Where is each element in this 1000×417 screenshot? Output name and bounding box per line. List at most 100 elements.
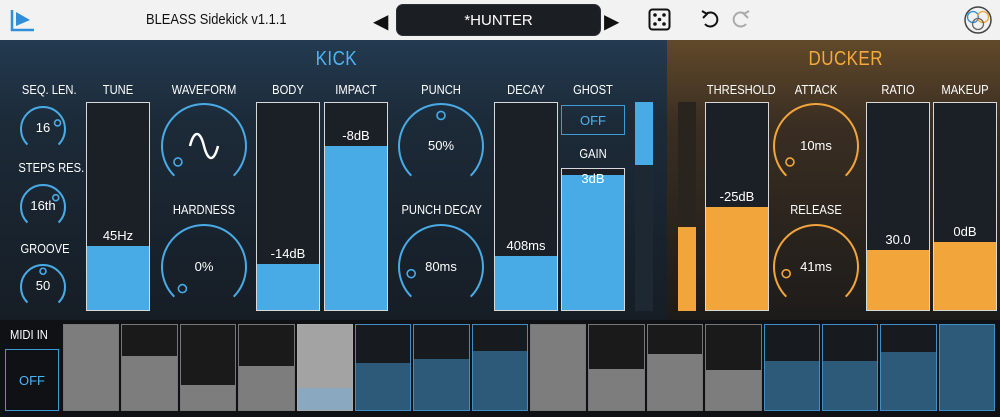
redo-icon[interactable] [731, 8, 751, 30]
ratio-slider-fill [867, 249, 929, 310]
midi-in-toggle-button[interactable]: OFF [5, 349, 59, 411]
sequencer-step-fill [881, 352, 936, 410]
hardness-value: 0% [194, 259, 214, 274]
punch-decay-value: 80ms [425, 259, 457, 274]
release-value: 41ms [800, 259, 832, 274]
hardness-knob[interactable]: 0% [160, 223, 248, 311]
sequencer-step[interactable] [413, 324, 470, 411]
sequencer-step[interactable] [763, 324, 820, 411]
sequencer-step[interactable] [938, 324, 995, 411]
knob-indicator [39, 267, 47, 276]
ratio-slider[interactable]: 30.0 [866, 102, 930, 311]
threshold-slider[interactable]: -25dB [705, 102, 769, 311]
tune-slider[interactable]: 45Hz [86, 102, 150, 311]
makeup-value: 0dB [953, 223, 977, 239]
kick-title: KICK [315, 48, 358, 70]
sequencer-step-fill [355, 363, 411, 410]
ducker-input-meter-fill [678, 227, 696, 311]
sequencer-step[interactable] [646, 324, 704, 411]
sequencer-step[interactable] [471, 324, 528, 411]
decay-label: DECAY [507, 82, 545, 97]
sequencer-step[interactable] [588, 324, 645, 411]
sequencer-step-fill [239, 365, 294, 410]
waveform-knob[interactable] [160, 102, 248, 190]
sequencer-step[interactable] [179, 324, 237, 411]
punch-value: 50% [427, 138, 455, 153]
sine-wave-icon [188, 132, 220, 160]
punch-decay-label: PUNCH DECAY [401, 202, 482, 217]
steps-res-knob[interactable]: 16th [19, 183, 67, 231]
app-title: BLEASS Sidekick v1.1.1 [146, 11, 287, 28]
sequencer-step[interactable] [238, 324, 295, 411]
sequencer-step[interactable] [121, 324, 178, 411]
tune-value: 45Hz [102, 227, 134, 243]
body-label: BODY [272, 82, 304, 97]
decay-slider[interactable]: 408ms [494, 102, 558, 311]
preset-name: *HUNTER [464, 11, 533, 29]
gain-slider[interactable]: 3dB [561, 168, 625, 311]
punch-decay-knob[interactable]: 80ms [397, 223, 485, 311]
tune-slider-fill [87, 245, 149, 310]
impact-slider[interactable]: -8dB [324, 102, 388, 311]
sequencer-step[interactable] [296, 324, 353, 411]
preset-name-field[interactable]: *HUNTER [396, 4, 601, 36]
sequencer-step-fill [647, 353, 703, 410]
sequencer-step[interactable] [530, 324, 587, 411]
steps-res-label: STEPS RES. [18, 160, 85, 175]
gain-slider-fill [562, 174, 624, 310]
impact-slider-fill [325, 146, 387, 310]
impact-value: -8dB [342, 128, 370, 144]
threshold-value: -25dB [719, 188, 755, 204]
attack-label: ATTACK [794, 82, 838, 97]
sequencer-step-fill [122, 356, 177, 410]
punch-label: PUNCH [421, 82, 461, 97]
attack-value: 10ms [800, 138, 832, 153]
sequencer-step-playhead [297, 388, 352, 410]
knob-indicator [785, 157, 795, 167]
preset-prev-button[interactable]: ◀ [373, 9, 388, 34]
sequencer-step-fill [939, 325, 994, 410]
ghost-toggle-button[interactable]: OFF [561, 105, 625, 135]
step-sequencer [63, 324, 997, 411]
ratio-label: RATIO [881, 82, 915, 97]
makeup-label: MAKEUP [941, 82, 989, 97]
ducker-title: DUCKER [808, 48, 883, 70]
sequencer-step[interactable] [880, 324, 937, 411]
preset-next-button[interactable]: ▶ [604, 9, 619, 34]
gain-value: 3dB [581, 171, 605, 186]
groove-knob[interactable]: 50 [19, 263, 67, 311]
body-slider[interactable]: -14dB [256, 102, 320, 311]
sequencer-step-fill [472, 350, 527, 410]
knob-indicator [436, 110, 446, 121]
makeup-slider[interactable]: 0dB [933, 102, 997, 311]
sequencer-step-fill [180, 384, 236, 410]
sequencer-step-fill [64, 325, 119, 410]
threshold-slider-fill [706, 206, 768, 310]
sequencer-step-fill [764, 360, 819, 410]
sequencer-step[interactable] [354, 324, 412, 411]
impact-label: IMPACT [335, 82, 377, 97]
midi-in-label: MIDI IN [10, 327, 48, 342]
groove-value: 50 [35, 278, 51, 293]
tune-label: TUNE [102, 82, 134, 97]
knob-indicator [173, 157, 183, 167]
steps-res-value: 16th [30, 198, 56, 213]
punch-knob[interactable]: 50% [397, 102, 485, 190]
attack-knob[interactable]: 10ms [772, 102, 860, 190]
sequencer-step-fill [414, 359, 469, 410]
top-bar: BLEASS Sidekick v1.1.1 ◀ *HUNTER ▶ [0, 0, 1000, 40]
dice-icon[interactable] [648, 8, 671, 31]
seq-len-knob[interactable]: 16 [19, 105, 67, 153]
kick-output-meter [635, 102, 653, 311]
brand-circle-icon[interactable] [963, 5, 993, 35]
ghost-label: GHOST [573, 82, 613, 97]
sequencer-step[interactable] [63, 324, 120, 411]
sequencer-step[interactable] [705, 324, 762, 411]
release-knob[interactable]: 41ms [772, 223, 860, 311]
sequencer-step[interactable] [821, 324, 879, 411]
bleass-logo-icon[interactable] [8, 6, 38, 34]
decay-value: 408ms [506, 238, 546, 254]
threshold-label: THRESHOLD [706, 82, 776, 97]
seq-len-value: 16 [35, 120, 51, 135]
undo-icon[interactable] [700, 8, 720, 30]
